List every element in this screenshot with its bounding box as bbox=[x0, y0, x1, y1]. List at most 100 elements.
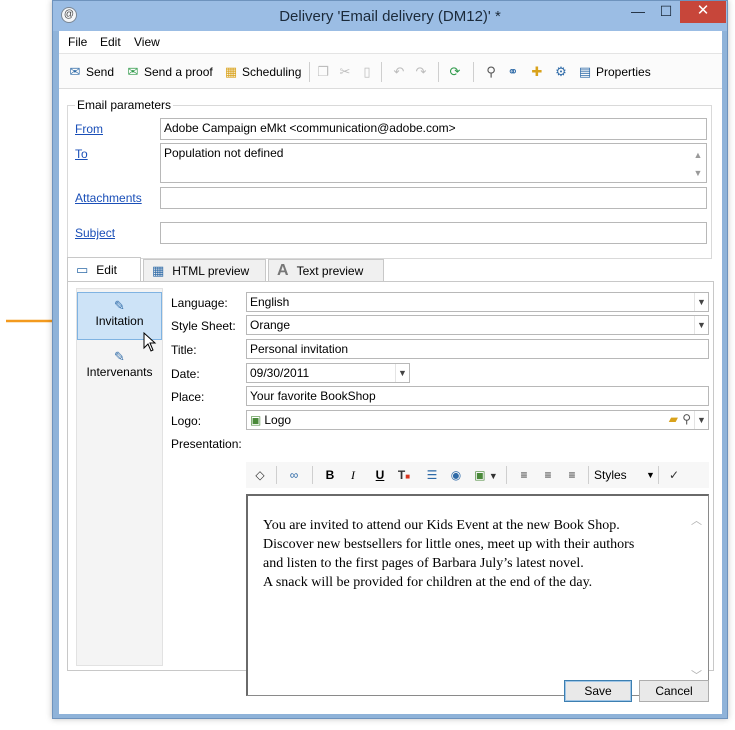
minimize-button[interactable]: — bbox=[625, 1, 651, 23]
place-label: Place: bbox=[171, 390, 205, 404]
section-icon: ✎ bbox=[114, 298, 125, 313]
tab-text-preview[interactable]: A Text preview bbox=[268, 259, 384, 282]
binoculars-icon[interactable]: ∞ bbox=[284, 466, 304, 484]
cancel-button[interactable]: Cancel bbox=[639, 680, 709, 702]
clear-format-icon[interactable]: T■ bbox=[394, 466, 414, 484]
envelope-icon: ✉ bbox=[69, 64, 81, 79]
title-input[interactable]: Personal invitation bbox=[246, 339, 709, 359]
attachments-link[interactable]: Attachments bbox=[75, 191, 142, 205]
hyperlink-icon[interactable]: ◉ bbox=[446, 466, 466, 484]
paste-button[interactable]: ▯ bbox=[359, 63, 378, 81]
intervenants-label: Intervenants bbox=[86, 365, 153, 379]
to-scrollbar[interactable]: ▲ ▼ bbox=[692, 146, 704, 182]
calendar-icon: ▦ bbox=[224, 64, 238, 79]
menu-file[interactable]: File bbox=[68, 35, 87, 49]
properties-icon: ▤ bbox=[578, 64, 592, 79]
date-input[interactable]: 09/30/2011 ▼ bbox=[246, 363, 410, 383]
toolbar-separator bbox=[381, 62, 382, 82]
editor-line: You are invited to attend our Kids Event… bbox=[263, 518, 620, 533]
editor-line: Discover new bestsellers for little ones… bbox=[263, 537, 635, 552]
refresh-button[interactable]: ⟳ bbox=[447, 63, 466, 81]
image-icon: ▣ bbox=[250, 413, 262, 427]
tracking-button[interactable]: ⚙ bbox=[553, 63, 572, 81]
bold-button[interactable]: B bbox=[320, 466, 340, 484]
presentation-editor[interactable]: You are invited to attend our Kids Event… bbox=[246, 494, 709, 696]
invitation-label: Invitation bbox=[95, 314, 144, 328]
content-tabs: ▭ Edit ▦ HTML preview A Text preview bbox=[67, 257, 714, 282]
window-client: File Edit View ✉ Send ✉ Send a proof ▦ S… bbox=[59, 31, 722, 714]
to-link[interactable]: To bbox=[75, 147, 88, 161]
editor-toolbar-separator bbox=[588, 466, 589, 484]
chevron-down-icon: ▼ bbox=[646, 470, 655, 480]
stylesheet-value: Orange bbox=[250, 318, 291, 332]
scroll-up-icon[interactable]: ︿ bbox=[691, 512, 702, 528]
properties-button[interactable]: ▤ Properties bbox=[577, 63, 651, 81]
language-label: Language: bbox=[171, 296, 228, 310]
cut-button[interactable]: ✂ bbox=[337, 63, 356, 81]
scissors-icon: ✂ bbox=[339, 64, 351, 79]
edit-tab-panel: ✎ Invitation ✎ Intervenants Language: En… bbox=[67, 281, 714, 696]
menu-edit[interactable]: Edit bbox=[100, 35, 121, 49]
undo-button[interactable]: ↶ bbox=[391, 63, 410, 81]
from-link[interactable]: From bbox=[75, 122, 103, 136]
mouse-cursor-icon bbox=[143, 332, 157, 352]
tab-edit[interactable]: ▭ Edit bbox=[67, 257, 141, 282]
chevron-down-icon[interactable]: ▼ bbox=[395, 364, 409, 382]
link-button[interactable]: ⚭ bbox=[505, 63, 524, 81]
date-value: 09/30/2011 bbox=[250, 366, 310, 380]
send-proof-button[interactable]: ✉ Send a proof bbox=[125, 63, 213, 81]
italic-button[interactable]: I bbox=[343, 466, 363, 484]
close-button[interactable]: ✕ bbox=[680, 1, 726, 23]
attachment-button[interactable]: ⚲ bbox=[483, 63, 502, 81]
send-label: Send bbox=[86, 65, 115, 79]
redo-icon: ↷ bbox=[415, 64, 427, 79]
redo-button[interactable]: ↷ bbox=[413, 63, 432, 81]
gift-icon: ✚ bbox=[531, 64, 543, 79]
list-item-intervenants[interactable]: ✎ Intervenants bbox=[77, 346, 162, 386]
scheduling-button[interactable]: ▦ Scheduling bbox=[223, 63, 302, 81]
html-preview-icon: ▦ bbox=[152, 263, 165, 278]
language-select[interactable]: English ▼ bbox=[246, 292, 709, 312]
tab-html-preview[interactable]: ▦ HTML preview bbox=[143, 259, 266, 282]
subject-link[interactable]: Subject bbox=[75, 226, 115, 240]
paperclip-icon: ⚲ bbox=[486, 64, 496, 79]
chevron-down-icon: ▼ bbox=[694, 316, 708, 334]
stylesheet-select[interactable]: Orange ▼ bbox=[246, 315, 709, 335]
bullet-list-icon[interactable]: ☰ bbox=[422, 466, 442, 484]
to-field[interactable]: Population not defined ▲ ▼ bbox=[160, 143, 707, 183]
align-left-icon[interactable]: ≡ bbox=[514, 466, 534, 484]
send-button[interactable]: ✉ Send bbox=[67, 63, 114, 81]
attachments-field[interactable] bbox=[160, 187, 707, 209]
language-value: English bbox=[250, 295, 290, 309]
styles-dropdown[interactable]: Styles ▼ bbox=[594, 466, 655, 484]
toolbar-separator bbox=[473, 62, 474, 82]
spellcheck-icon[interactable]: ✓ bbox=[664, 466, 684, 484]
scroll-down-icon: ▼ bbox=[693, 168, 703, 178]
editor-line: A snack will be provided for children at… bbox=[263, 575, 593, 590]
underline-button[interactable]: U bbox=[370, 466, 390, 484]
place-input[interactable]: Your favorite BookShop bbox=[246, 386, 709, 406]
copy-button[interactable]: ❐ bbox=[315, 63, 334, 81]
from-field[interactable]: Adobe Campaign eMkt <communication@adobe… bbox=[160, 118, 707, 140]
title-bar: @ Delivery 'Email delivery (DM12)' * — ☐… bbox=[53, 1, 727, 31]
editor-toolbar-separator bbox=[312, 466, 313, 484]
subject-field[interactable] bbox=[160, 222, 707, 244]
link-icon: ⚭ bbox=[507, 64, 519, 79]
align-center-icon[interactable]: ≡ bbox=[538, 466, 558, 484]
source-code-icon[interactable]: ◇ bbox=[250, 466, 270, 484]
menu-view[interactable]: View bbox=[134, 35, 160, 49]
align-right-icon[interactable]: ≡ bbox=[562, 466, 582, 484]
maximize-button[interactable]: ☐ bbox=[653, 1, 679, 23]
text-preview-icon: A bbox=[277, 262, 289, 279]
magnifier-icon[interactable]: ⚲ bbox=[682, 412, 691, 426]
folder-icon[interactable]: ▰ bbox=[669, 412, 678, 426]
offer-button[interactable]: ✚ bbox=[529, 63, 548, 81]
logo-field[interactable]: ▣ Logo ▰ ⚲ ▼ bbox=[246, 410, 709, 430]
toolbar-separator bbox=[438, 62, 439, 82]
refresh-icon: ⟳ bbox=[449, 64, 461, 79]
save-button[interactable]: Save bbox=[564, 680, 632, 702]
scheduling-label: Scheduling bbox=[242, 65, 302, 79]
title-label: Title: bbox=[171, 343, 197, 357]
insert-image-icon[interactable]: ▣ ▼ bbox=[472, 466, 500, 484]
tab-text-preview-label: Text preview bbox=[296, 264, 364, 278]
